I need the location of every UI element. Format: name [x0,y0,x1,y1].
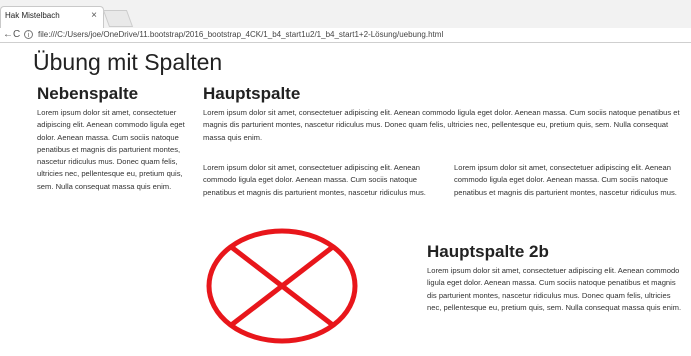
sub-heading: Hauptspalte 2b [427,242,549,261]
sidebar-heading: Nebenspalte [37,84,139,103]
back-arrow-icon[interactable]: ← [3,29,13,41]
reload-icon[interactable]: C [13,29,20,41]
browser-tab[interactable]: Hak Mistelbach × [0,6,104,28]
crossed-circle-icon [206,228,358,344]
info-icon[interactable]: i [24,30,33,39]
main-text: Lorem ipsum dolor sit amet, consectetuer… [203,108,680,142]
address-bar[interactable]: file:///C:/Users/joe/OneDrive/11.bootstr… [38,29,443,41]
main-heading: Hauptspalte [203,84,301,103]
page-title: Übung mit Spalten [33,49,223,75]
new-tab-button[interactable] [102,10,134,27]
sidebar-text: Lorem ipsum dolor sit amet, consectetuer… [37,108,185,191]
browser-chrome: Hak Mistelbach × ← C i file:///C:/Users/… [0,0,691,43]
sub-text: Lorem ipsum dolor sit amet, consectetuer… [427,266,682,312]
main-column-left-text: Lorem ipsum dolor sit amet, consectetuer… [203,163,426,197]
page-content: Übung mit Spalten Nebenspalte Lorem ipsu… [0,43,691,356]
tab-title: Hak Mistelbach [5,11,60,20]
main-column-right-text: Lorem ipsum dolor sit amet, consectetuer… [454,163,677,197]
tab-close-icon[interactable]: × [91,10,97,21]
address-toolbar: ← C i file:///C:/Users/joe/OneDrive/11.b… [0,28,691,42]
